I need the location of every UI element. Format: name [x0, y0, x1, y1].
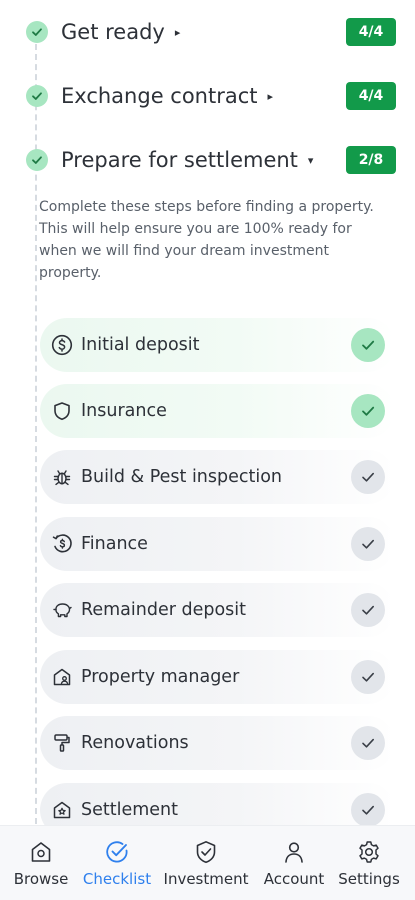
bug-icon	[49, 464, 75, 490]
task-renovations[interactable]: Renovations	[40, 716, 395, 770]
section-title-text: Exchange contract	[61, 84, 258, 108]
nav-label: Investment	[163, 870, 249, 888]
nav-label: Settings	[338, 870, 400, 888]
progress-badge: 4/4	[346, 18, 396, 46]
account-icon	[280, 838, 308, 866]
check-icon[interactable]	[351, 328, 385, 362]
check-icon[interactable]	[351, 593, 385, 627]
section-title-text: Get ready	[61, 20, 165, 44]
task-finance[interactable]: Finance	[40, 517, 395, 571]
caret-right-icon: ▸	[267, 89, 274, 103]
house-star-icon	[49, 797, 75, 823]
task-label: Property manager	[81, 667, 240, 687]
check-icon[interactable]	[351, 460, 385, 494]
check-icon[interactable]	[351, 660, 385, 694]
progress-badge: 2/8	[346, 146, 396, 174]
nav-investment[interactable]: Investment	[161, 838, 251, 898]
nav-label: Browse	[13, 870, 69, 888]
check-icon[interactable]	[351, 394, 385, 428]
nav-browse[interactable]: Browse	[12, 838, 70, 898]
bottom-navigation: Browse Checklist Investment Account Sett…	[0, 825, 415, 900]
nav-account[interactable]: Account	[259, 838, 329, 898]
task-label: Renovations	[81, 733, 189, 753]
section-title: Exchange contract ▸	[61, 84, 273, 108]
check-icon[interactable]	[351, 793, 385, 827]
investment-icon	[192, 838, 220, 866]
dollar-circle-icon	[49, 332, 75, 358]
task-build-pest-inspection[interactable]: Build & Pest inspection	[40, 450, 395, 504]
check-circle-icon	[26, 149, 48, 171]
task-initial-deposit[interactable]: Initial deposit	[40, 318, 395, 372]
paint-roller-icon	[49, 730, 75, 756]
checklist-icon	[103, 838, 131, 866]
piggy-bank-icon	[49, 597, 75, 623]
settings-icon	[355, 838, 383, 866]
check-icon[interactable]	[351, 726, 385, 760]
check-circle-icon	[26, 85, 48, 107]
task-property-manager[interactable]: Property manager	[40, 650, 395, 704]
caret-down-icon: ▾	[307, 153, 314, 167]
task-label: Settlement	[81, 800, 178, 820]
nav-label: Account	[263, 870, 325, 888]
section-prepare-for-settlement[interactable]: Prepare for settlement ▾ 2/8	[0, 140, 415, 180]
task-label: Insurance	[81, 401, 167, 421]
section-title-text: Prepare for settlement	[61, 148, 298, 172]
section-description: Complete these steps before finding a pr…	[39, 199, 374, 281]
house-person-icon	[49, 664, 75, 690]
section-get-ready[interactable]: Get ready ▸ 4/4	[0, 12, 415, 52]
nav-settings[interactable]: Settings	[336, 838, 402, 898]
task-label: Build & Pest inspection	[81, 467, 283, 487]
task-label: Remainder deposit	[81, 600, 247, 620]
finance-icon	[49, 531, 75, 557]
task-label: Initial deposit	[81, 335, 200, 355]
nav-label: Checklist	[82, 870, 152, 888]
nav-checklist[interactable]: Checklist	[80, 838, 154, 898]
section-title: Prepare for settlement ▾	[61, 148, 313, 172]
caret-right-icon: ▸	[174, 25, 181, 39]
check-icon[interactable]	[351, 527, 385, 561]
section-exchange-contract[interactable]: Exchange contract ▸ 4/4	[0, 76, 415, 116]
check-circle-icon	[26, 21, 48, 43]
task-remainder-deposit[interactable]: Remainder deposit	[40, 583, 395, 637]
task-insurance[interactable]: Insurance	[40, 384, 395, 438]
progress-badge: 4/4	[346, 82, 396, 110]
task-label: Finance	[81, 534, 148, 554]
home-icon	[27, 838, 55, 866]
shield-icon	[49, 398, 75, 424]
section-title: Get ready ▸	[61, 20, 180, 44]
